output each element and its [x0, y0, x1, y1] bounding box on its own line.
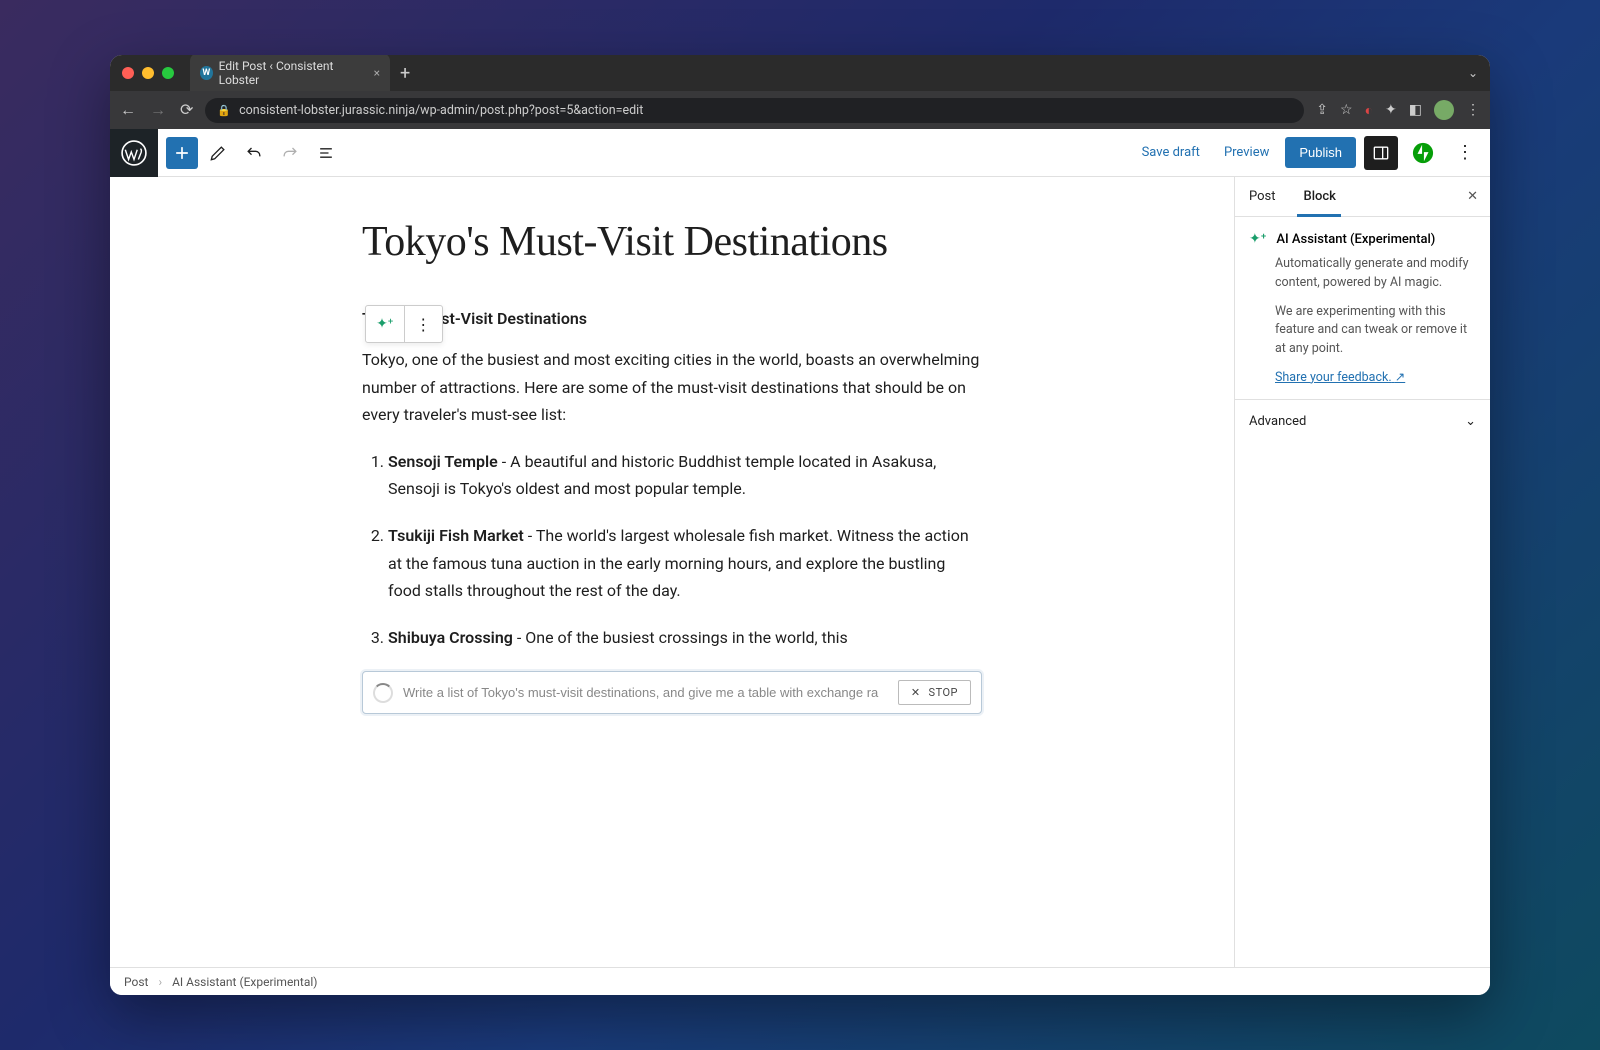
tab-block[interactable]: Block	[1290, 177, 1350, 216]
close-tab-icon[interactable]: ×	[374, 66, 380, 80]
subheading[interactable]: Tokyo's Must-Visit Destinations	[362, 309, 982, 328]
forward-button[interactable]: →	[150, 100, 166, 120]
bookmark-icon[interactable]: ☆	[1340, 102, 1353, 118]
block-desc-2: We are experimenting with this feature a…	[1275, 303, 1476, 359]
minimize-window-icon[interactable]	[142, 67, 154, 79]
maximize-window-icon[interactable]	[162, 67, 174, 79]
lock-icon: 🔒	[217, 104, 231, 117]
menu-icon[interactable]: ⋮	[1466, 102, 1480, 118]
wordpress-logo[interactable]	[110, 129, 158, 177]
tab-title: Edit Post ‹ Consistent Lobster	[219, 59, 362, 87]
breadcrumb: Post › AI Assistant (Experimental)	[110, 967, 1490, 995]
editor-toolbar: Save draft Preview Publish ⋮	[110, 129, 1490, 177]
back-button[interactable]: ←	[120, 100, 136, 120]
preview-button[interactable]: Preview	[1216, 139, 1277, 166]
window-controls	[122, 67, 174, 79]
advanced-label: Advanced	[1249, 414, 1306, 429]
list-item: Shibuya Crossing - One of the busiest cr…	[388, 624, 982, 651]
breadcrumb-separator: ›	[158, 975, 162, 989]
extensions-menu-icon[interactable]: ✦	[1385, 102, 1397, 118]
ai-sparkle-icon: ✦⁺	[1249, 231, 1266, 247]
post-title[interactable]: Tokyo's Must-Visit Destinations	[362, 217, 982, 267]
block-toolbar: ✦⁺ ⋮	[365, 305, 443, 343]
document-outline-button[interactable]	[310, 137, 342, 169]
block-more-icon[interactable]: ⋮	[405, 306, 443, 342]
block-desc-1: Automatically generate and modify conten…	[1275, 255, 1476, 293]
chevron-down-icon: ⌄	[1465, 414, 1476, 429]
close-icon: ✕	[911, 686, 921, 699]
ai-prompt-input[interactable]	[403, 685, 888, 700]
close-window-icon[interactable]	[122, 67, 134, 79]
nav-buttons: ← → ⟳	[120, 100, 193, 120]
titlebar: W Edit Post ‹ Consistent Lobster × + ⌄	[110, 55, 1490, 91]
redo-button[interactable]	[274, 137, 306, 169]
stop-label: STOP	[929, 686, 958, 699]
list-item: Tsukiji Fish Market - The world's larges…	[388, 522, 982, 604]
main-area: Tokyo's Must-Visit Destinations ✦⁺ ⋮ Tok…	[110, 177, 1490, 967]
share-icon[interactable]: ⇪	[1316, 102, 1328, 118]
extension-icon[interactable]: ◐	[1365, 102, 1373, 119]
url-text: consistent-lobster.jurassic.ninja/wp-adm…	[239, 103, 643, 118]
ai-prompt-box: ✕ STOP	[362, 671, 982, 714]
block-panel-title: AI Assistant (Experimental)	[1276, 232, 1435, 247]
new-tab-button[interactable]: +	[400, 63, 410, 84]
url-field[interactable]: 🔒 consistent-lobster.jurassic.ninja/wp-a…	[205, 98, 1304, 123]
browser-extensions: ⇪ ☆ ◐ ✦ ◧ ⋮	[1316, 100, 1480, 120]
add-block-button[interactable]	[166, 137, 198, 169]
wordpress-favicon: W	[200, 66, 213, 80]
breadcrumb-block[interactable]: AI Assistant (Experimental)	[172, 975, 317, 989]
save-draft-button[interactable]: Save draft	[1134, 139, 1208, 166]
editor-canvas[interactable]: Tokyo's Must-Visit Destinations ✦⁺ ⋮ Tok…	[110, 177, 1234, 967]
address-bar: ← → ⟳ 🔒 consistent-lobster.jurassic.ninj…	[110, 91, 1490, 129]
edit-mode-button[interactable]	[202, 137, 234, 169]
settings-sidebar: Post Block ✕ ✦⁺ AI Assistant (Experiment…	[1234, 177, 1490, 967]
block-info-panel: ✦⁺ AI Assistant (Experimental) Automatic…	[1235, 217, 1490, 400]
ai-block-icon[interactable]: ✦⁺	[366, 306, 405, 342]
browser-window: W Edit Post ‹ Consistent Lobster × + ⌄ ←…	[110, 55, 1490, 995]
browser-tab[interactable]: W Edit Post ‹ Consistent Lobster ×	[190, 55, 390, 93]
jetpack-icon[interactable]	[1406, 136, 1440, 170]
destinations-list[interactable]: Sensoji Temple - A beautiful and histori…	[362, 448, 982, 651]
more-options-button[interactable]: ⋮	[1448, 142, 1482, 163]
profile-avatar[interactable]	[1434, 100, 1454, 120]
settings-sidebar-toggle[interactable]	[1364, 136, 1398, 170]
external-link-icon: ↗	[1395, 370, 1405, 385]
spinner-icon	[373, 683, 393, 703]
tab-overflow-icon[interactable]: ⌄	[1468, 66, 1478, 80]
feedback-link[interactable]: Share your feedback. ↗	[1275, 370, 1405, 385]
intro-paragraph[interactable]: Tokyo, one of the busiest and most excit…	[362, 346, 982, 428]
stop-button[interactable]: ✕ STOP	[898, 680, 971, 705]
reload-button[interactable]: ⟳	[180, 100, 193, 120]
breadcrumb-post[interactable]: Post	[124, 975, 148, 989]
sidebar-tabs: Post Block ✕	[1235, 177, 1490, 217]
undo-button[interactable]	[238, 137, 270, 169]
close-sidebar-icon[interactable]: ✕	[1455, 177, 1490, 216]
publish-button[interactable]: Publish	[1285, 137, 1356, 168]
tab-post[interactable]: Post	[1235, 177, 1290, 216]
advanced-panel-toggle[interactable]: Advanced ⌄	[1235, 400, 1490, 443]
puzzle-icon[interactable]: ◧	[1409, 102, 1422, 118]
list-item: Sensoji Temple - A beautiful and histori…	[388, 448, 982, 502]
